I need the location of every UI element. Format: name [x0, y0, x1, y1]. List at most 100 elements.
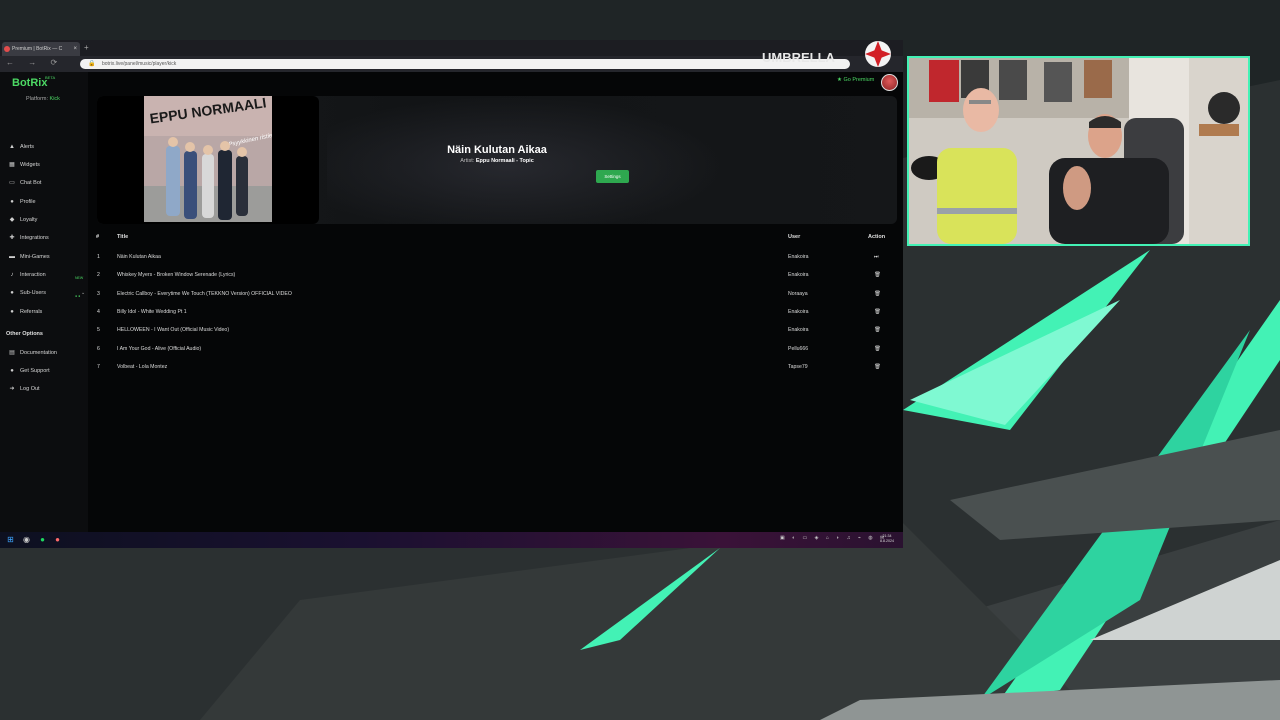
spotify-icon[interactable]: ●	[38, 535, 47, 544]
queue-row-user: Enakoira	[788, 254, 809, 260]
queue-row-user: Enakoira	[788, 308, 809, 315]
sidebar-item-badge: NEW	[75, 276, 84, 280]
table-row[interactable]: 1 Näin Kulutan Aikaa Enakoira ⏭	[90, 248, 900, 266]
platform-label: Platform:	[26, 96, 49, 102]
umbrella-logo-overlay: UMBRELLA	[762, 41, 891, 67]
sidebar-item-chat-bot[interactable]: ▭ Chat Bot	[6, 177, 86, 189]
avatar[interactable]	[881, 74, 898, 91]
queue-header-user: User	[788, 234, 801, 240]
table-row[interactable]: 2 Whiskey Myers - Broken Window Serenade …	[90, 266, 900, 284]
book-icon: ▤	[9, 350, 15, 356]
sidebar-item-integrations[interactable]: ✚ Integrations	[6, 232, 86, 244]
help-icon: ●	[10, 368, 14, 374]
settings-button[interactable]: Settings	[596, 170, 629, 183]
sidebar-item-sub-users[interactable]: ● Sub-Users ● ● ⌄	[6, 287, 86, 299]
sidebar-item-mini-games[interactable]: ▬ Mini-Games	[6, 251, 86, 263]
table-row[interactable]: 5 HELLOWEEN - I Want Out (Official Music …	[90, 321, 900, 339]
queue-row-number: 6	[97, 345, 100, 352]
sidebar-item-label: Integrations	[20, 235, 49, 241]
system-tray[interactable]: ▣ ◐ ▭ ◈ ⌂ ◗ ♫ ⌁ ◍ ✉	[780, 535, 887, 541]
sidebar-item-label: Sub-Users	[20, 290, 46, 296]
address-bar[interactable]: 🔒 botrix.live/panel/music/player/kick	[80, 59, 850, 69]
puzzle-icon: ✚	[9, 235, 15, 241]
other-options-heading: Other Options	[6, 331, 43, 337]
trash-icon[interactable]: 🗑	[874, 291, 881, 297]
tab-close-icon[interactable]: ×	[73, 42, 77, 56]
clock-date: 8.8.2024	[880, 539, 894, 543]
beta-badge: BETA	[45, 75, 56, 80]
webcam-feed	[909, 58, 1248, 244]
bell-icon: ▲	[9, 144, 15, 150]
queue-row-number: 4	[97, 308, 100, 315]
now-playing-panel: EPPU NORMAALI Psyykkinen ristieja Näin K…	[97, 96, 897, 224]
windows-start-icon[interactable]: ⊞	[6, 535, 15, 544]
sidebar-item-documentation[interactable]: ▤ Documentation	[6, 347, 86, 359]
queue-row-user: Pellu666	[788, 345, 809, 352]
browser-tab[interactable]: Premium | BotRix — C ×	[2, 42, 80, 56]
logout-icon: ➜	[9, 386, 15, 392]
trash-icon[interactable]: 🗑	[874, 309, 881, 315]
table-row[interactable]: 4 Billy Idol - White Wedding Pt 1 Enakoira…	[90, 303, 900, 321]
sidebar-item-interaction[interactable]: ♪ Interaction NEW	[6, 269, 86, 281]
sidebar-item-badge: ● ●	[75, 294, 81, 298]
gamepad-icon: ▬	[9, 254, 15, 260]
windows-taskbar: ⊞ ◉ ● ● ▣ ◐ ▭ ◈ ⌂ ◗ ♫ ⌁ ◍ ✉ 21:34 8.8.2024	[0, 532, 903, 548]
new-tab-button[interactable]: +	[84, 42, 89, 54]
queue-header-number: #	[96, 234, 100, 240]
sidebar-item-loyalty[interactable]: ◆ Loyalty	[6, 214, 86, 226]
sidebar-item-log-out[interactable]: ➜ Log Out	[6, 383, 86, 395]
sidebar-item-alerts[interactable]: ▲ Alerts	[6, 141, 86, 153]
artist-label: Artist:	[460, 158, 475, 164]
chat-icon: ▭	[9, 180, 15, 186]
taskbar-clock[interactable]: 21:34 8.8.2024	[880, 534, 894, 544]
botrix-logo[interactable]: BotRix	[12, 77, 47, 89]
sidebar-item-label: Log Out	[20, 386, 40, 392]
queue-row-user: Enakoira	[788, 272, 809, 279]
queue-row-title: HELLOWEEN - I Want Out (Official Music V…	[117, 327, 230, 334]
webcam-frame	[907, 56, 1250, 246]
queue-row-user: Enakoira	[788, 327, 809, 334]
captured-desktop: Premium | BotRix — C × + ← → ⟳ 🔒 botrix.…	[0, 40, 903, 548]
tab-favicon-icon	[4, 46, 10, 52]
queue-row-number: 3	[97, 290, 100, 297]
user-icon: ●	[10, 199, 14, 205]
sidebar-item-label: Widgets	[20, 162, 40, 168]
browser-icon[interactable]: ●	[53, 535, 62, 544]
table-row[interactable]: 7 Volbeat - Lola Montez Tapse79 🗑	[90, 358, 900, 376]
sidebar-item-label: Loyalty	[20, 217, 38, 223]
sidebar-item-referrals[interactable]: ● Referrals	[6, 306, 86, 318]
trash-icon[interactable]: 🗑	[874, 327, 881, 333]
trash-icon[interactable]: 🗑	[874, 346, 881, 352]
sidebar-item-get-support[interactable]: ● Get Support	[6, 365, 86, 377]
go-premium-button[interactable]: ★ Go Premium	[837, 77, 874, 83]
sidebar-item-widgets[interactable]: ▦ Widgets	[6, 159, 86, 171]
sidebar-item-label: Chat Bot	[20, 180, 42, 186]
skip-icon[interactable]: ⏭	[874, 254, 879, 261]
sidebar-item-profile[interactable]: ● Profile	[6, 196, 86, 208]
users-icon: ●	[10, 290, 14, 296]
sidebar-item-label: Interaction	[20, 272, 46, 278]
queue-row-number: 5	[97, 327, 100, 334]
umbrella-logo-text: UMBRELLA	[762, 50, 836, 65]
platform-value: Kick	[49, 96, 60, 102]
browser-nav-buttons[interactable]: ← → ⟳	[6, 58, 63, 67]
chevron-down-icon[interactable]: ⌄	[81, 287, 85, 299]
artist-line: Artist: Eppu Normaali - Topic	[97, 158, 897, 164]
song-title: Näin Kulutan Aikaa	[447, 144, 547, 156]
queue-row-title: Volbeat - Lola Montez	[117, 363, 168, 370]
obs-icon[interactable]: ◉	[22, 535, 31, 544]
table-row[interactable]: 3 Electric Callboy - Everytime We Touch (…	[90, 285, 900, 303]
address-url: botrix.live/panel/music/player/kick	[102, 61, 177, 67]
table-row[interactable]: 6 I Am Your God - Alive (Official Audio) P…	[90, 340, 900, 358]
queue-row-user: Noraaya	[788, 290, 808, 297]
tab-title: Premium | BotRix — C	[12, 46, 63, 52]
queue-row-title: Billy Idol - White Wedding Pt 1	[117, 308, 187, 315]
gift-icon: ◆	[9, 217, 15, 223]
music-icon: ♪	[10, 272, 14, 278]
trash-icon[interactable]: 🗑	[874, 364, 881, 370]
queue-header-title: Title	[117, 234, 129, 240]
app-sidebar: BotRix BETA Platform: Kick ▲ Alerts ▦ Widge…	[0, 72, 88, 532]
people-icon: ●	[10, 309, 14, 315]
queue-header-action: Action	[868, 234, 886, 240]
trash-icon[interactable]: 🗑	[874, 272, 881, 278]
